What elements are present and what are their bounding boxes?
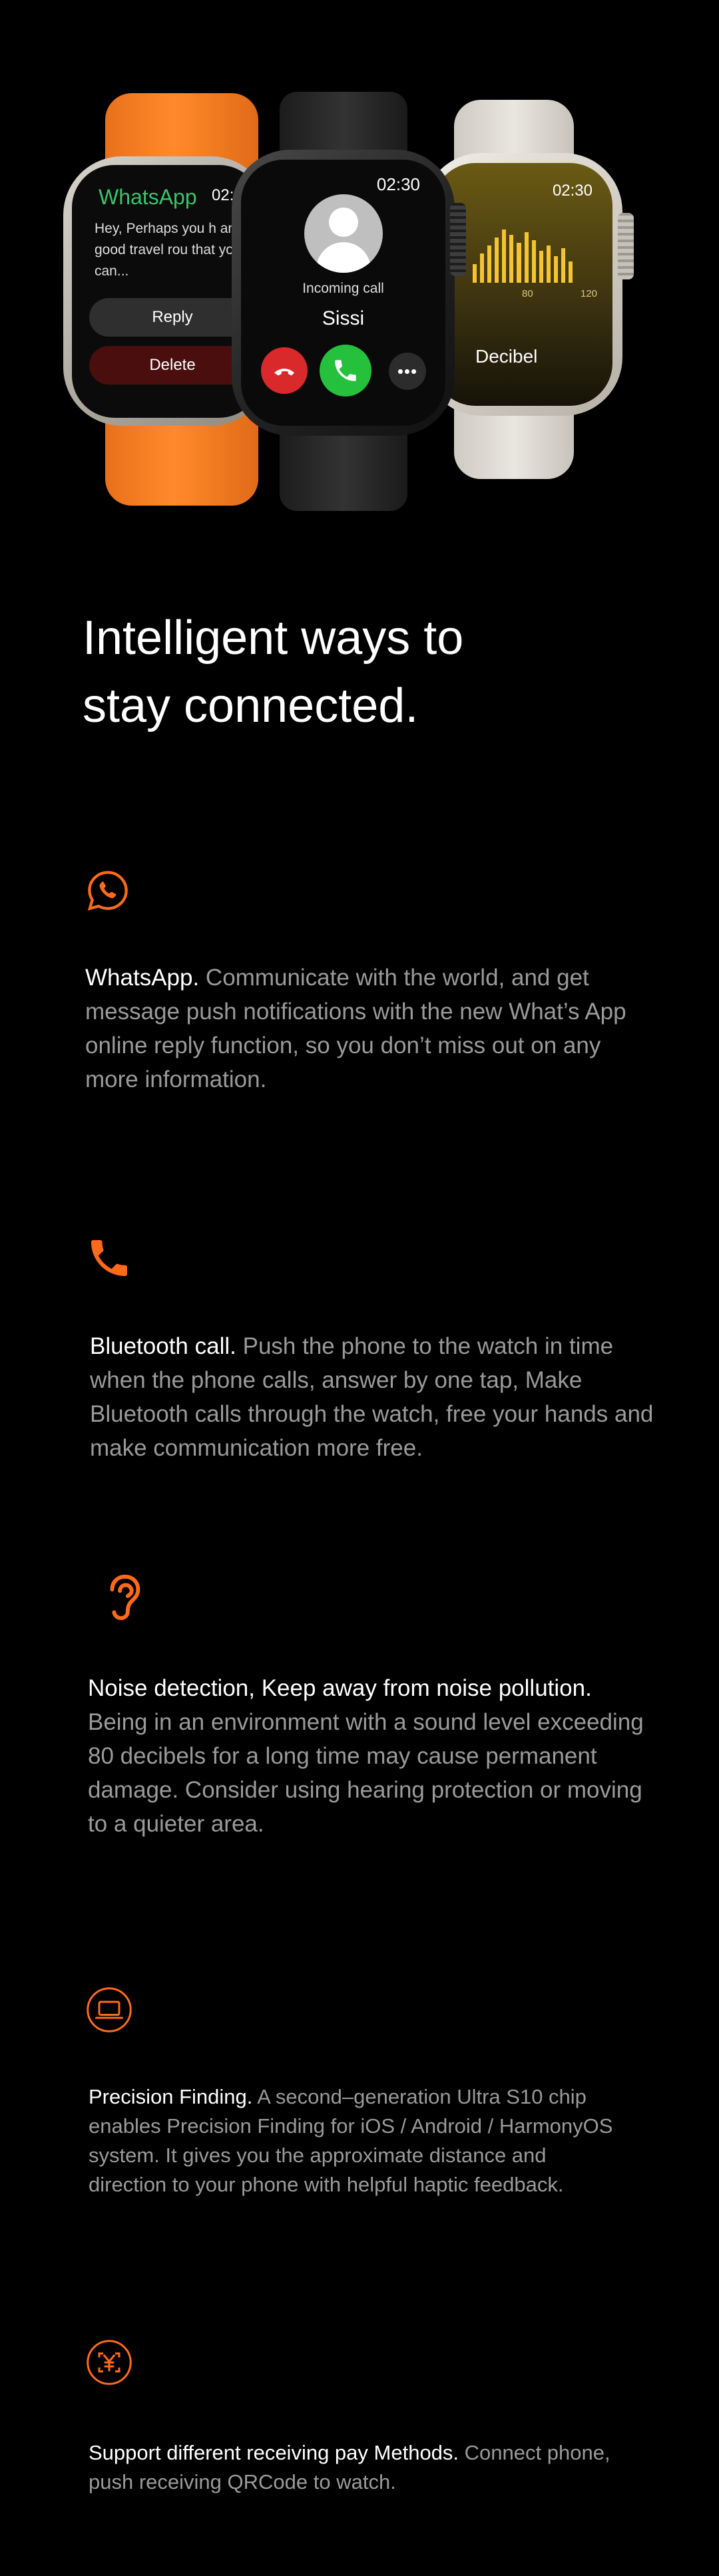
decibel-bar-1 <box>480 253 485 283</box>
whatsapp-message-preview: Hey, Perhaps you h any good travel rou t… <box>95 221 243 279</box>
section-headline: Intelligent ways to stay connected. <box>83 604 655 740</box>
caller-avatar <box>304 194 383 273</box>
pay-methods-feature-title: Support different receiving pay Methods. <box>89 2441 459 2464</box>
incoming-call-screen: 02:30 Incoming call Sissi ••• <box>241 160 445 426</box>
precision-finding-feature-text: Precision Finding. A second–generation U… <box>89 2082 621 2199</box>
decibel-bar-10 <box>546 245 551 283</box>
headline-line-1: Intelligent ways to <box>83 611 464 665</box>
hero-watches: WhatsApp 02: Hey, Perhaps you h any good… <box>0 0 719 511</box>
whatsapp-feature-text: WhatsApp. Communicate with the world, an… <box>85 961 651 1096</box>
laptop-icon <box>85 1986 133 2037</box>
right-watch-crown <box>618 213 634 279</box>
decibel-bar-7 <box>524 232 529 283</box>
decibel-bar-2 <box>487 245 492 283</box>
pay-methods-feature-text: Support different receiving pay Methods.… <box>89 2438 621 2497</box>
whatsapp-icon <box>85 868 130 917</box>
more-options-button[interactable]: ••• <box>389 353 426 390</box>
center-watch-time: 02:30 <box>376 174 420 194</box>
delete-button[interactable]: Delete <box>89 346 256 385</box>
decibel-bar-13 <box>569 261 573 283</box>
whatsapp-title: WhatsApp <box>99 185 197 209</box>
left-watch-time: 02: <box>212 186 234 204</box>
hang-up-icon <box>274 369 294 376</box>
decibel-bar-9 <box>539 251 543 283</box>
yuan-scan-icon <box>85 2338 133 2390</box>
caller-name: Sissi <box>322 307 365 329</box>
ear-icon <box>101 1571 144 1627</box>
decibel-bar-6 <box>517 243 521 283</box>
right-watch-time: 02:30 <box>552 182 593 200</box>
headline-line-2: stay connected. <box>83 679 419 732</box>
phone-icon <box>335 360 356 381</box>
reply-button[interactable]: Reply <box>89 298 256 337</box>
noise-detection-feature-text: Noise detection, Keep away from noise po… <box>88 1671 654 1841</box>
decibel-bar-5 <box>509 235 514 283</box>
decibel-level-bars <box>473 230 573 283</box>
decibel-tick-80: 80 <box>522 288 533 299</box>
decibel-watch-screen: 02:30 80 120 Decibel <box>433 163 612 406</box>
decibel-bar-0 <box>473 264 477 283</box>
whatsapp-feature-title: WhatsApp. <box>85 965 200 991</box>
decibel-bar-11 <box>553 256 558 283</box>
decibel-bar-3 <box>495 238 499 283</box>
decibel-bar-8 <box>531 240 536 283</box>
precision-finding-feature-title: Precision Finding. <box>89 2085 253 2108</box>
call-status: Incoming call <box>302 281 384 296</box>
decibel-label: Decibel <box>475 346 538 367</box>
decibel-bar-12 <box>561 248 566 283</box>
noise-detection-feature-title: Noise detection, Keep away from noise po… <box>88 1675 592 1701</box>
noise-detection-feature-body: Being in an environment with a sound lev… <box>88 1709 644 1837</box>
accept-call-button[interactable] <box>320 345 371 397</box>
decline-call-button[interactable] <box>261 347 308 394</box>
center-watch-crown <box>450 203 466 276</box>
bluetooth-call-feature-text: Bluetooth call. Push the phone to the wa… <box>90 1329 656 1465</box>
decibel-tick-120: 120 <box>581 288 598 299</box>
decibel-bar-4 <box>502 230 507 283</box>
bluetooth-call-feature-title: Bluetooth call. <box>90 1333 236 1359</box>
phone-icon <box>85 1234 133 1285</box>
